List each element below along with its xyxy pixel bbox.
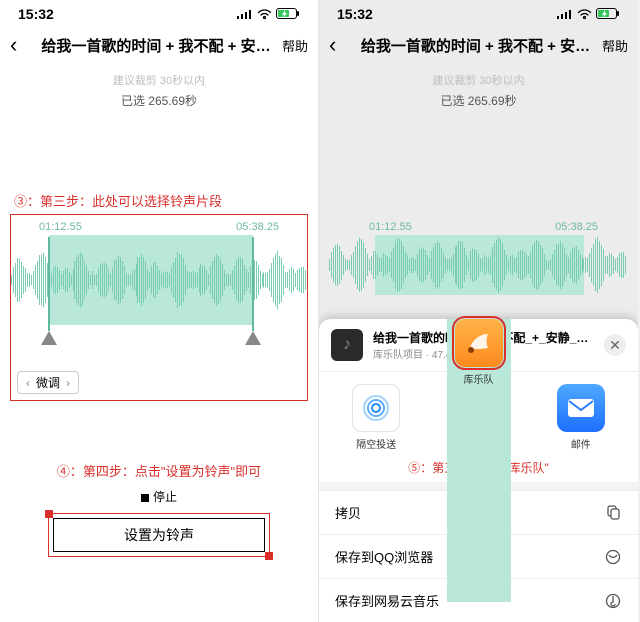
- nav-bar: ‹ 给我一首歌的时间 + 我不配 + 安… 帮助: [0, 24, 318, 64]
- stop-icon: [141, 494, 149, 502]
- screenshot-right: 15:32 ‹ 给我一首歌的时间 + 我不配 + 安… 帮助 建议裁剪 30秒以…: [319, 0, 638, 622]
- trim-handle-left[interactable]: [41, 331, 57, 345]
- netease-icon: [604, 592, 622, 610]
- battery-icon: [276, 8, 300, 20]
- back-button[interactable]: ‹: [329, 32, 349, 58]
- page-title: 给我一首歌的时间 + 我不配 + 安…: [349, 35, 602, 56]
- fine-tune-control[interactable]: ‹ 微调 ›: [17, 371, 79, 394]
- help-link[interactable]: 帮助: [602, 36, 628, 55]
- nav-bar: ‹ 给我一首歌的时间 + 我不配 + 安… 帮助: [319, 24, 638, 64]
- status-icons: [557, 8, 620, 20]
- garageband-icon: [455, 319, 503, 367]
- stop-control[interactable]: 停止: [0, 488, 318, 505]
- status-icons: [237, 8, 300, 20]
- help-link[interactable]: 帮助: [282, 36, 308, 55]
- waveform[interactable]: [11, 235, 307, 345]
- hint-selected: 已选 265.69秒: [0, 92, 318, 109]
- waveform-highlight-box: 01:12.55 05:38.25 ‹ 微调 ›: [10, 214, 308, 401]
- signal-icon: [237, 9, 253, 20]
- airdrop-icon: [352, 384, 400, 432]
- hint-selected: 已选 265.69秒: [319, 92, 638, 109]
- clip-start-time: 01:12.55: [369, 221, 412, 233]
- status-bar: 15:32: [0, 0, 318, 24]
- screenshot-left: 15:32 ‹ 给我一首歌的时间 + 我不配 + 安… 帮助 建议裁剪 30秒以…: [0, 0, 319, 622]
- chevron-left-icon[interactable]: ‹: [26, 376, 30, 390]
- share-app-airdrop[interactable]: 隔空投送: [344, 384, 408, 451]
- share-app-garageband[interactable]: 库乐队: [447, 319, 511, 602]
- back-button[interactable]: ‹: [10, 32, 30, 58]
- close-sheet-button[interactable]: ✕: [604, 334, 626, 356]
- chevron-right-icon[interactable]: ›: [66, 376, 70, 390]
- set-ringtone-button[interactable]: 设置为铃声: [53, 518, 265, 552]
- set-ringtone-highlight: 设置为铃声: [48, 513, 270, 557]
- hint-trim: 建议裁剪 30秒以内: [0, 72, 318, 88]
- status-bar: 15:32: [319, 0, 638, 24]
- clip-start-time: 01:12.55: [39, 221, 82, 233]
- battery-icon: [596, 8, 620, 20]
- qq-browser-icon: [604, 548, 622, 566]
- signal-icon: [557, 9, 573, 20]
- status-time: 15:32: [18, 6, 54, 22]
- wifi-icon: [577, 9, 592, 20]
- share-sheet: ♪ 给我一首歌的时间_+_我不配_+_安静_+_… 库乐队项目 · 47.4 M…: [319, 319, 638, 622]
- file-thumbnail: ♪: [331, 329, 363, 361]
- copy-icon: [604, 504, 622, 522]
- share-app-mail[interactable]: 邮件: [549, 384, 613, 451]
- trim-handle-right[interactable]: [245, 331, 261, 345]
- waveform[interactable]: [329, 235, 628, 295]
- hint-trim: 建议裁剪 30秒以内: [319, 72, 638, 88]
- annotation-step3: ③：第三步：此处可以选择铃声片段: [0, 187, 318, 214]
- status-time: 15:32: [337, 6, 373, 22]
- annotation-step4: ④：第四步：点击"设置为铃声"即可: [0, 457, 318, 484]
- page-title: 给我一首歌的时间 + 我不配 + 安…: [30, 35, 282, 56]
- mail-icon: [557, 384, 605, 432]
- clip-end-time: 05:38.25: [236, 221, 279, 233]
- fine-tune-label: 微调: [36, 374, 60, 391]
- clip-end-time: 05:38.25: [555, 221, 598, 233]
- wifi-icon: [257, 9, 272, 20]
